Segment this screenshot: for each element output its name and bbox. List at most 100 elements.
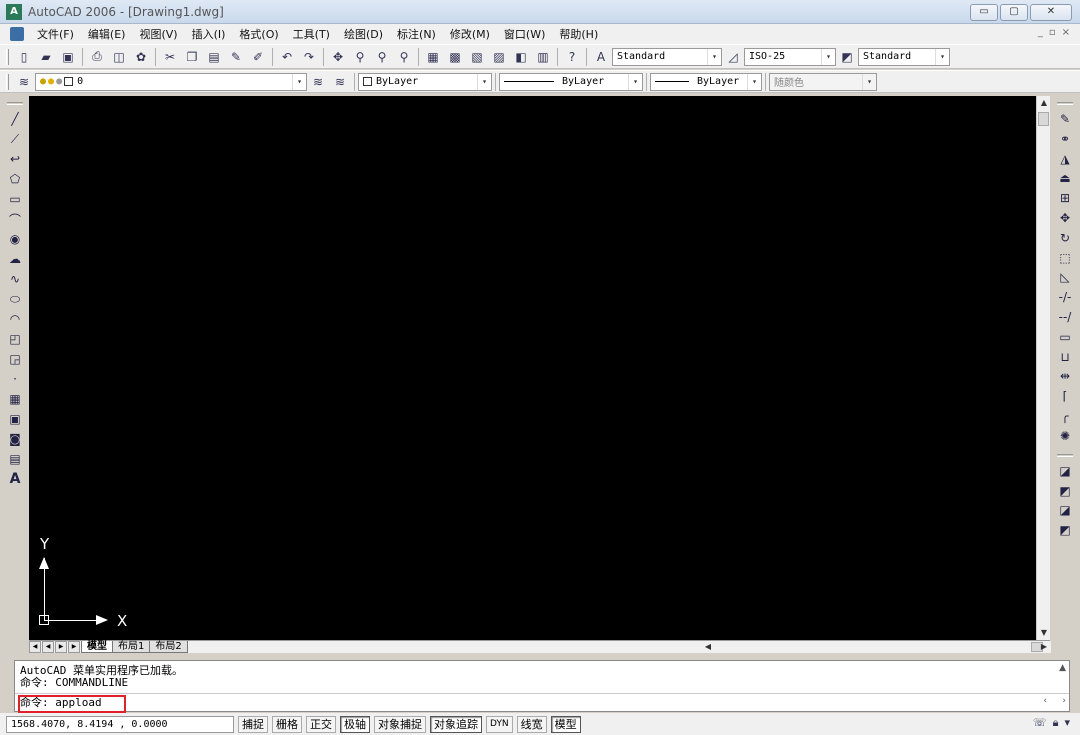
menu-view[interactable]: 视图(V)	[132, 26, 184, 42]
make-block-icon[interactable]: ◲	[6, 349, 24, 369]
layer-manager-icon[interactable]: ≋	[15, 73, 33, 91]
region-icon[interactable]: ◙	[6, 429, 24, 449]
maximize-button[interactable]: ▢	[1000, 4, 1028, 21]
canvas-horizontal-scrollbar[interactable]: ◀ ▶	[701, 641, 1051, 653]
table-style-icon[interactable]: ◩	[838, 48, 856, 66]
sheet-set-icon[interactable]: ▨	[490, 48, 508, 66]
autocad-app-icon[interactable]: A	[6, 3, 22, 20]
copy-object-icon[interactable]: ⚭	[1056, 129, 1074, 149]
prev-tab-icon[interactable]: ◀	[42, 641, 54, 653]
menu-format[interactable]: 格式(O)	[232, 26, 285, 42]
join-icon[interactable]: ⇹	[1056, 367, 1074, 387]
coordinate-readout[interactable]: 1568.4070, 8.4194 , 0.0000	[6, 715, 234, 733]
otrack-toggle[interactable]: 对象追踪	[430, 715, 482, 733]
color-select[interactable]: ByLayer ▾	[358, 72, 492, 91]
scroll-left-icon[interactable]: ‹	[1043, 696, 1047, 706]
scroll-right-icon[interactable]: ›	[1062, 696, 1066, 706]
drawing-canvas[interactable]: Y X	[29, 96, 1036, 640]
publish-icon[interactable]: ✿	[132, 48, 150, 66]
polygon-icon[interactable]: ⬠	[6, 169, 24, 189]
scroll-right-icon[interactable]: ▶	[1037, 640, 1051, 654]
ortho-toggle[interactable]: 正交	[306, 715, 336, 733]
minimize-button[interactable]: ▭	[970, 4, 998, 21]
command-input-row[interactable]: 命令: appload ‹ ›	[15, 693, 1069, 713]
menu-modify[interactable]: 修改(M)	[443, 26, 497, 42]
block-editor-icon[interactable]: ✐	[249, 48, 267, 66]
zoom-window-icon[interactable]: ⚲	[373, 48, 391, 66]
insert-block-icon[interactable]: ◰	[6, 329, 24, 349]
draw-order-back-icon[interactable]: ◩	[1056, 481, 1074, 501]
doc-close-icon[interactable]: ×	[1062, 27, 1070, 38]
fillet-icon[interactable]: ╭	[1056, 406, 1074, 426]
design-center-icon[interactable]: ▩	[446, 48, 464, 66]
properties-icon[interactable]: ▦	[424, 48, 442, 66]
arc-icon[interactable]: ⌒	[6, 209, 24, 229]
zoom-previous-icon[interactable]: ⚲	[395, 48, 413, 66]
copy-icon[interactable]: ❐	[183, 48, 201, 66]
explode-icon[interactable]: ✺	[1056, 426, 1074, 446]
dim-style-icon[interactable]: ◿	[724, 48, 742, 66]
dim-style-select[interactable]: ISO-25 ▾	[744, 47, 836, 66]
calculator-icon[interactable]: ▥	[534, 48, 552, 66]
redo-icon[interactable]: ↷	[300, 48, 318, 66]
menu-help[interactable]: 帮助(H)	[552, 26, 605, 42]
linetype-select[interactable]: ByLayer ▾	[499, 72, 643, 91]
array-icon[interactable]: ⊞	[1056, 188, 1074, 208]
revision-cloud-icon[interactable]: ☁	[6, 249, 24, 269]
circle-icon[interactable]: ◉	[6, 229, 24, 249]
ellipse-arc-icon[interactable]: ◠	[6, 309, 24, 329]
grid-toggle[interactable]: 栅格	[272, 715, 302, 733]
table-style-select[interactable]: Standard ▾	[858, 47, 950, 66]
menu-edit[interactable]: 编辑(E)	[81, 26, 133, 42]
doc-minimize-icon[interactable]: _	[1038, 27, 1043, 38]
lineweight-toggle[interactable]: 线宽	[516, 715, 547, 733]
plot-icon[interactable]: ⎙	[88, 48, 106, 66]
break-at-point-icon[interactable]: ▭	[1056, 327, 1074, 347]
draw-order-under-icon[interactable]: ◩	[1056, 520, 1074, 540]
ellipse-icon[interactable]: ⬭	[6, 289, 24, 309]
erase-icon[interactable]: ✎	[1056, 109, 1074, 129]
scale-icon[interactable]: ⬚	[1056, 248, 1074, 268]
scroll-left-icon[interactable]: ◀	[701, 640, 715, 654]
multiline-text-icon[interactable]: A	[6, 469, 24, 489]
tab-layout1[interactable]: 布局1	[112, 641, 151, 653]
cut-icon[interactable]: ✂	[161, 48, 179, 66]
layer-select[interactable]: ● ● ● 0 ▾	[35, 72, 307, 91]
layer-previous-icon[interactable]: ≋	[331, 73, 349, 91]
plot-style-select[interactable]: 随颜色 ▾	[769, 72, 877, 91]
menu-tools[interactable]: 工具(T)	[286, 26, 337, 42]
menu-file[interactable]: 文件(F)	[30, 26, 81, 42]
model-space-toggle[interactable]: 模型	[550, 715, 581, 733]
text-style-icon[interactable]: A	[592, 48, 610, 66]
extend-icon[interactable]: --/	[1056, 307, 1074, 327]
lineweight-select[interactable]: ByLayer ▾	[650, 72, 762, 91]
polar-toggle[interactable]: 极轴	[340, 715, 370, 733]
trim-icon[interactable]: -/-	[1056, 287, 1074, 307]
tool-palettes-icon[interactable]: ▧	[468, 48, 486, 66]
chevron-down-icon[interactable]: ▾	[1064, 716, 1070, 730]
zoom-realtime-icon[interactable]: ⚲	[351, 48, 369, 66]
last-tab-icon[interactable]: ▶	[68, 641, 80, 653]
open-icon[interactable]: ▰	[37, 48, 55, 66]
match-properties-icon[interactable]: ✎	[227, 48, 245, 66]
point-icon[interactable]: ·	[6, 369, 24, 389]
markup-icon[interactable]: ◧	[512, 48, 530, 66]
paste-icon[interactable]: ▤	[205, 48, 223, 66]
stretch-icon[interactable]: ◺	[1056, 267, 1074, 287]
spline-icon[interactable]: ∿	[6, 269, 24, 289]
menu-insert[interactable]: 插入(I)	[185, 26, 233, 42]
scroll-thumb[interactable]	[1038, 112, 1049, 126]
rectangle-icon[interactable]: ▭	[6, 189, 24, 209]
chamfer-icon[interactable]: ⌈	[1056, 386, 1074, 406]
toolbar-grip[interactable]	[6, 73, 9, 90]
rotate-icon[interactable]: ↻	[1056, 228, 1074, 248]
undo-icon[interactable]: ↶	[278, 48, 296, 66]
construction-line-icon[interactable]: ⟋	[6, 129, 24, 149]
plot-preview-icon[interactable]: ◫	[110, 48, 128, 66]
lock-icon[interactable]: 🔒︎	[1053, 716, 1059, 730]
line-icon[interactable]: ╱	[6, 109, 24, 129]
draw-order-above-icon[interactable]: ◪	[1056, 500, 1074, 520]
document-icon[interactable]	[10, 27, 24, 41]
scroll-up-icon[interactable]: ▲	[1059, 663, 1066, 673]
polyline-icon[interactable]: ↩	[6, 149, 24, 169]
